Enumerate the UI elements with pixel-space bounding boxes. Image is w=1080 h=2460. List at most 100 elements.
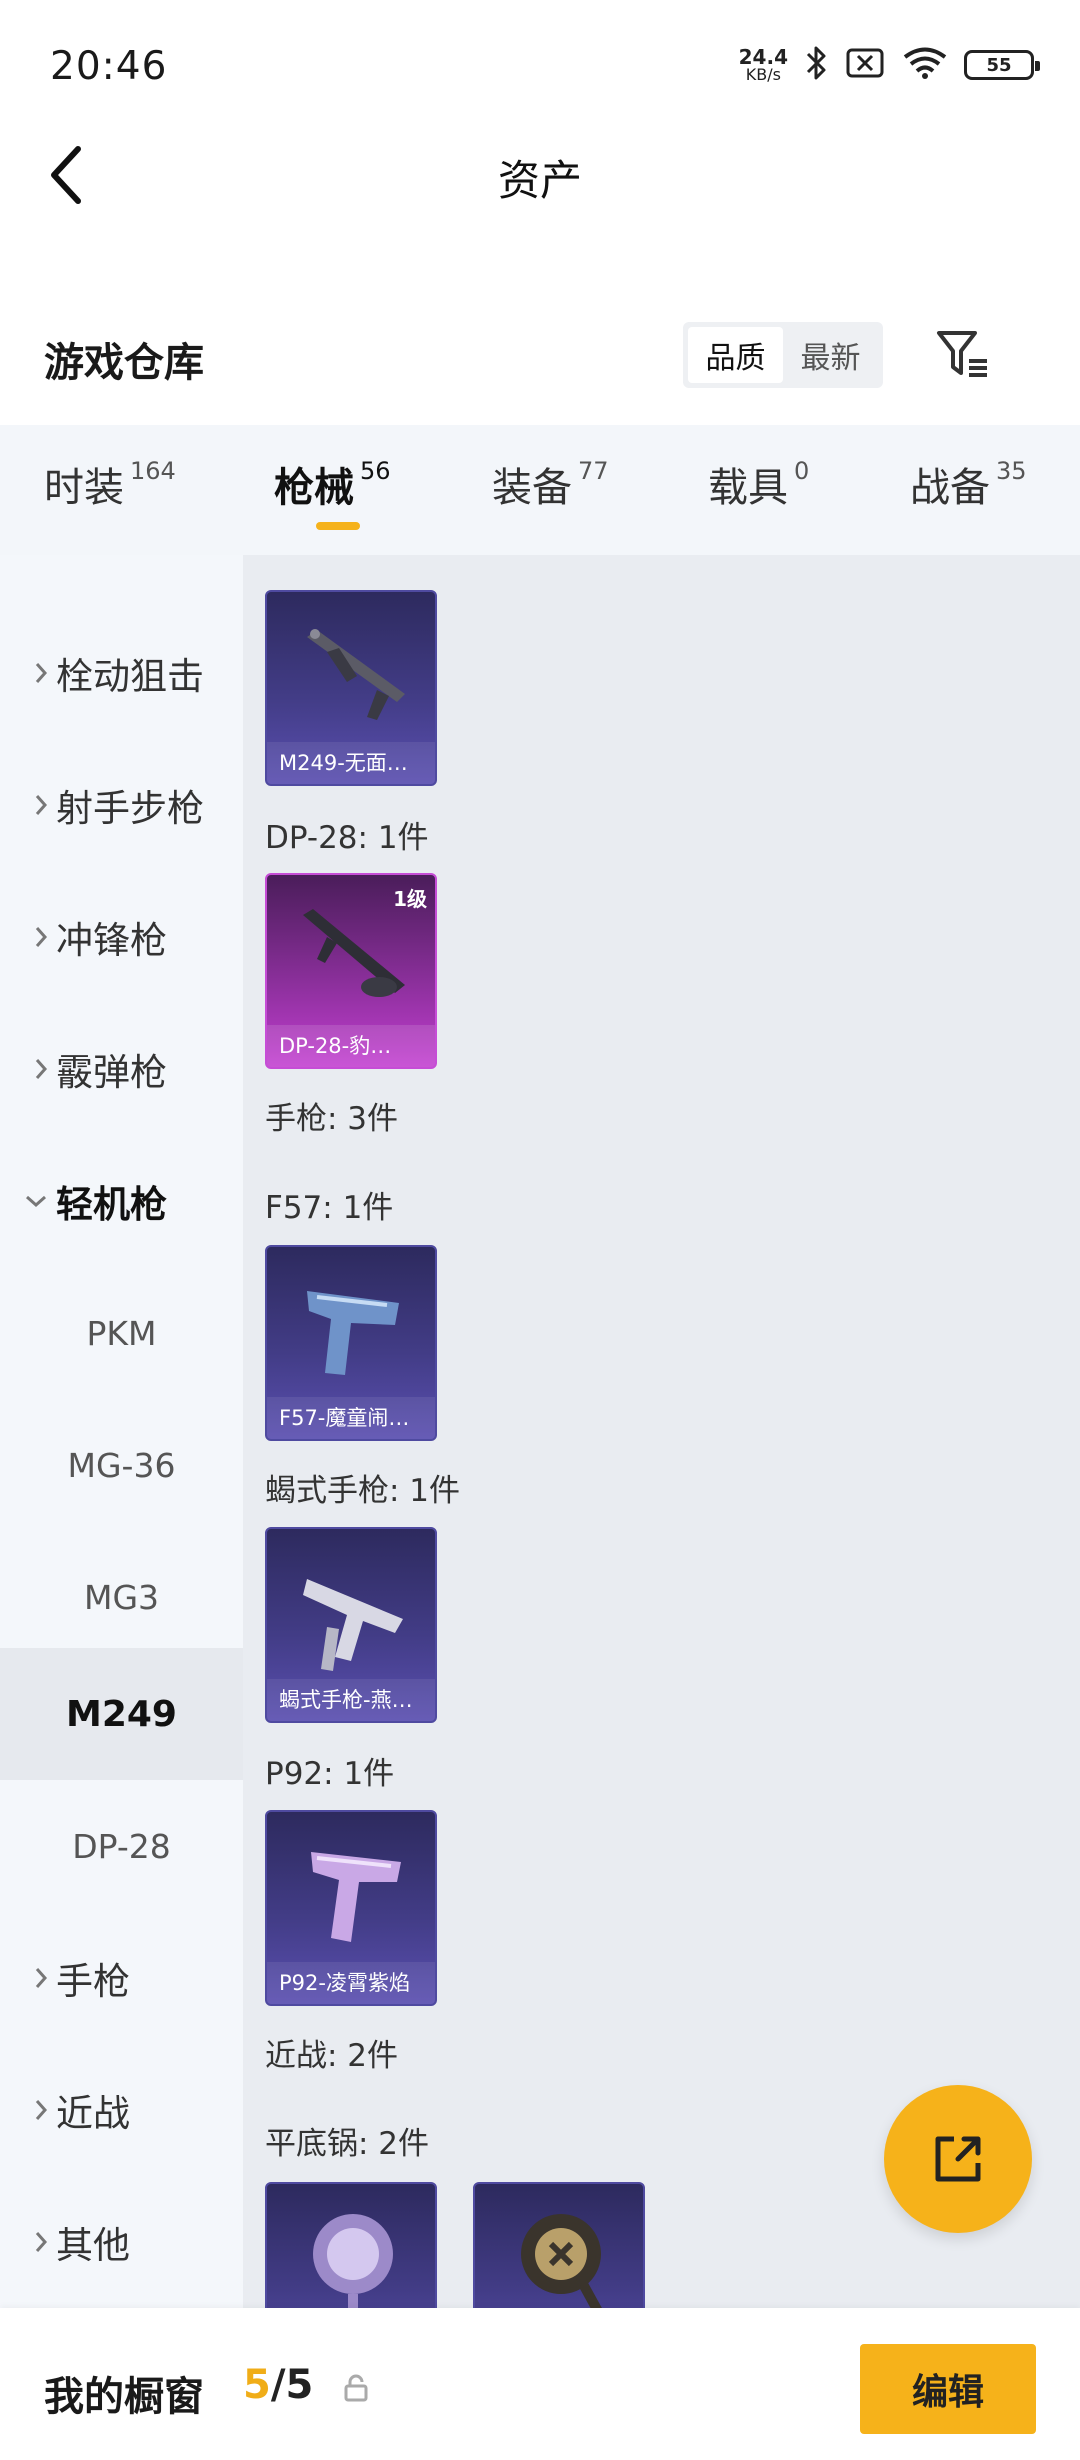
chevron-right-icon xyxy=(0,1057,56,1081)
sidebar-item-lmg[interactable]: 轻机枪 xyxy=(0,1135,243,1267)
sidebar-subitem-mg36[interactable]: MG-36 xyxy=(0,1399,243,1531)
item-card-name: P92-凌霄紫焰 xyxy=(267,1962,435,2004)
group-label-pistol: 手枪: 3件 xyxy=(265,1101,399,1137)
item-level-badge: 1级 xyxy=(393,887,427,911)
sidebar-item-shotgun[interactable]: 霰弹枪 xyxy=(0,1003,243,1135)
battery-icon: 55 xyxy=(964,50,1040,80)
tab-label: 时装 xyxy=(44,465,124,511)
tab-label: 战备 xyxy=(910,465,990,511)
sort-option-newest[interactable]: 最新 xyxy=(783,327,878,383)
sidebar-subitem-pkm[interactable]: PKM xyxy=(0,1267,243,1399)
pistol-icon xyxy=(311,1852,401,1942)
item-card-m249[interactable]: M249-无面… xyxy=(265,590,437,786)
network-speed-value: 24.4 xyxy=(738,45,788,69)
chevron-right-icon xyxy=(0,2098,56,2122)
item-card-name: F57-魔童闹… xyxy=(267,1397,435,1439)
tab-label: 装备 xyxy=(492,465,572,511)
sidebar-item-label: 其他 xyxy=(56,2224,130,2267)
item-card-name: 蝎式手枪-燕… xyxy=(267,1679,435,1721)
tab-equipment[interactable]: 装备 77 xyxy=(492,455,609,535)
group-label-melee: 近战: 2件 xyxy=(265,2038,399,2074)
tab-count: 164 xyxy=(130,457,176,485)
item-card-pan-1[interactable] xyxy=(265,2182,437,2308)
sidebar-item-label: 射手步枪 xyxy=(56,787,204,830)
network-speed-unit: KB/s xyxy=(745,65,781,84)
sidebar-item-label: PKM xyxy=(86,1313,157,1353)
tab-count: 0 xyxy=(794,457,810,485)
tab-vehicles[interactable]: 载具 0 xyxy=(708,455,809,535)
tab-count: 77 xyxy=(578,457,609,485)
sidebar-item-smg[interactable]: 冲锋枪 xyxy=(0,871,243,1003)
tab-outfits[interactable]: 时装 164 xyxy=(44,455,176,535)
battery-level: 55 xyxy=(986,54,1012,76)
sidebar-item-label: M249 xyxy=(66,1693,177,1735)
chevron-right-icon xyxy=(0,2230,56,2254)
status-time: 20:46 xyxy=(50,44,168,89)
sidebar-subitem-m249[interactable]: M249 xyxy=(0,1648,243,1780)
sidebar-item-label: 霰弹枪 xyxy=(56,1051,167,1094)
item-card-name: DP-28-豹… xyxy=(267,1025,435,1067)
tab-supplies[interactable]: 战备 35 xyxy=(910,455,1027,535)
weapon-category-sidebar: 栓动狙击 射手步枪 冲锋枪 霰弹枪 轻机枪 PKM MG-36 MG3 M249… xyxy=(0,555,243,2308)
tab-count: 56 xyxy=(360,457,391,485)
group-label-pan: 平底锅: 2件 xyxy=(265,2126,430,2162)
smg-icon xyxy=(303,1579,403,1671)
section-title: 游戏仓库 xyxy=(44,340,204,386)
showcase-bar: 我的橱窗 5/5 编辑 xyxy=(0,2308,1080,2460)
item-card-p92[interactable]: P92-凌霄紫焰 xyxy=(265,1810,437,2006)
showcase-current: 5 xyxy=(243,2362,271,2408)
chevron-right-icon xyxy=(0,661,56,685)
chevron-right-icon xyxy=(0,1966,56,1990)
frying-pan-icon xyxy=(521,2214,602,2308)
tab-count: 35 xyxy=(996,457,1027,485)
item-card-f57[interactable]: F57-魔童闹… xyxy=(265,1245,437,1441)
group-label-dp28: DP-28: 1件 xyxy=(265,820,429,856)
sidebar-item-label: 冲锋枪 xyxy=(56,919,167,962)
sidebar-item-label: MG-36 xyxy=(67,1445,176,1485)
app-bar: 资产 xyxy=(0,135,1080,215)
item-grid: M249-无面… DP-28: 1件 1级 DP-28-豹… 手枪: 3件 F5… xyxy=(243,555,1080,2308)
share-button[interactable] xyxy=(884,2085,1032,2233)
sidebar-subitem-dp28[interactable]: DP-28 xyxy=(0,1780,243,1912)
share-external-icon xyxy=(935,2136,981,2182)
chevron-right-icon xyxy=(0,793,56,817)
sidebar-item-bolt-sniper[interactable]: 栓动狙击 xyxy=(0,607,243,739)
item-card-scorpion[interactable]: 蝎式手枪-燕… xyxy=(265,1527,437,1723)
showcase-separator: / xyxy=(270,2362,286,2408)
active-tab-indicator xyxy=(316,522,360,530)
pistol-icon xyxy=(307,1291,399,1375)
sidebar-item-pistol[interactable]: 手枪 xyxy=(0,1912,243,2044)
page-title: 资产 xyxy=(497,156,582,205)
item-card-pan-2[interactable] xyxy=(473,2182,645,2308)
showcase-total: 5 xyxy=(285,2362,314,2408)
tab-label: 载具 xyxy=(708,465,788,511)
filter-button[interactable] xyxy=(930,322,996,388)
group-label-f57: F57: 1件 xyxy=(265,1190,394,1226)
lock-icon xyxy=(343,2374,369,2406)
bluetooth-icon xyxy=(804,44,830,86)
sidebar-item-label: 栓动狙击 xyxy=(56,655,204,698)
wifi-icon xyxy=(902,46,948,84)
chevron-right-icon xyxy=(0,925,56,949)
item-card-name: M249-无面… xyxy=(267,742,435,784)
sidebar-item-marksman-rifle[interactable]: 射手步枪 xyxy=(0,739,243,871)
sidebar-item-melee[interactable]: 近战 xyxy=(0,2044,243,2176)
item-card-dp28[interactable]: 1级 DP-28-豹… xyxy=(265,873,437,1069)
sidebar-item-label: 近战 xyxy=(56,2092,130,2135)
sidebar-item-other[interactable]: 其他 xyxy=(0,2176,243,2308)
network-speed: 24.4 KB/s xyxy=(739,47,788,83)
sidebar-item-label: 手枪 xyxy=(56,1960,130,2003)
sidebar-item-label: MG3 xyxy=(83,1577,160,1617)
sim-disabled-icon xyxy=(846,47,886,83)
showcase-count: 5/5 xyxy=(243,2362,313,2408)
sidebar-item-label: DP-28 xyxy=(72,1826,171,1866)
status-icons: 24.4 KB/s 55 xyxy=(739,44,1040,86)
chevron-down-icon xyxy=(0,1194,56,1208)
frying-pan-icon xyxy=(313,2214,393,2308)
edit-button[interactable]: 编辑 xyxy=(860,2344,1036,2434)
sidebar-item-label: 轻机枪 xyxy=(56,1183,167,1226)
sort-toggle: 品质 最新 xyxy=(683,322,883,388)
sort-option-quality[interactable]: 品质 xyxy=(688,327,783,383)
status-bar: 20:46 24.4 KB/s 55 xyxy=(0,0,1080,135)
sidebar-subitem-mg3[interactable]: MG3 xyxy=(0,1531,243,1663)
